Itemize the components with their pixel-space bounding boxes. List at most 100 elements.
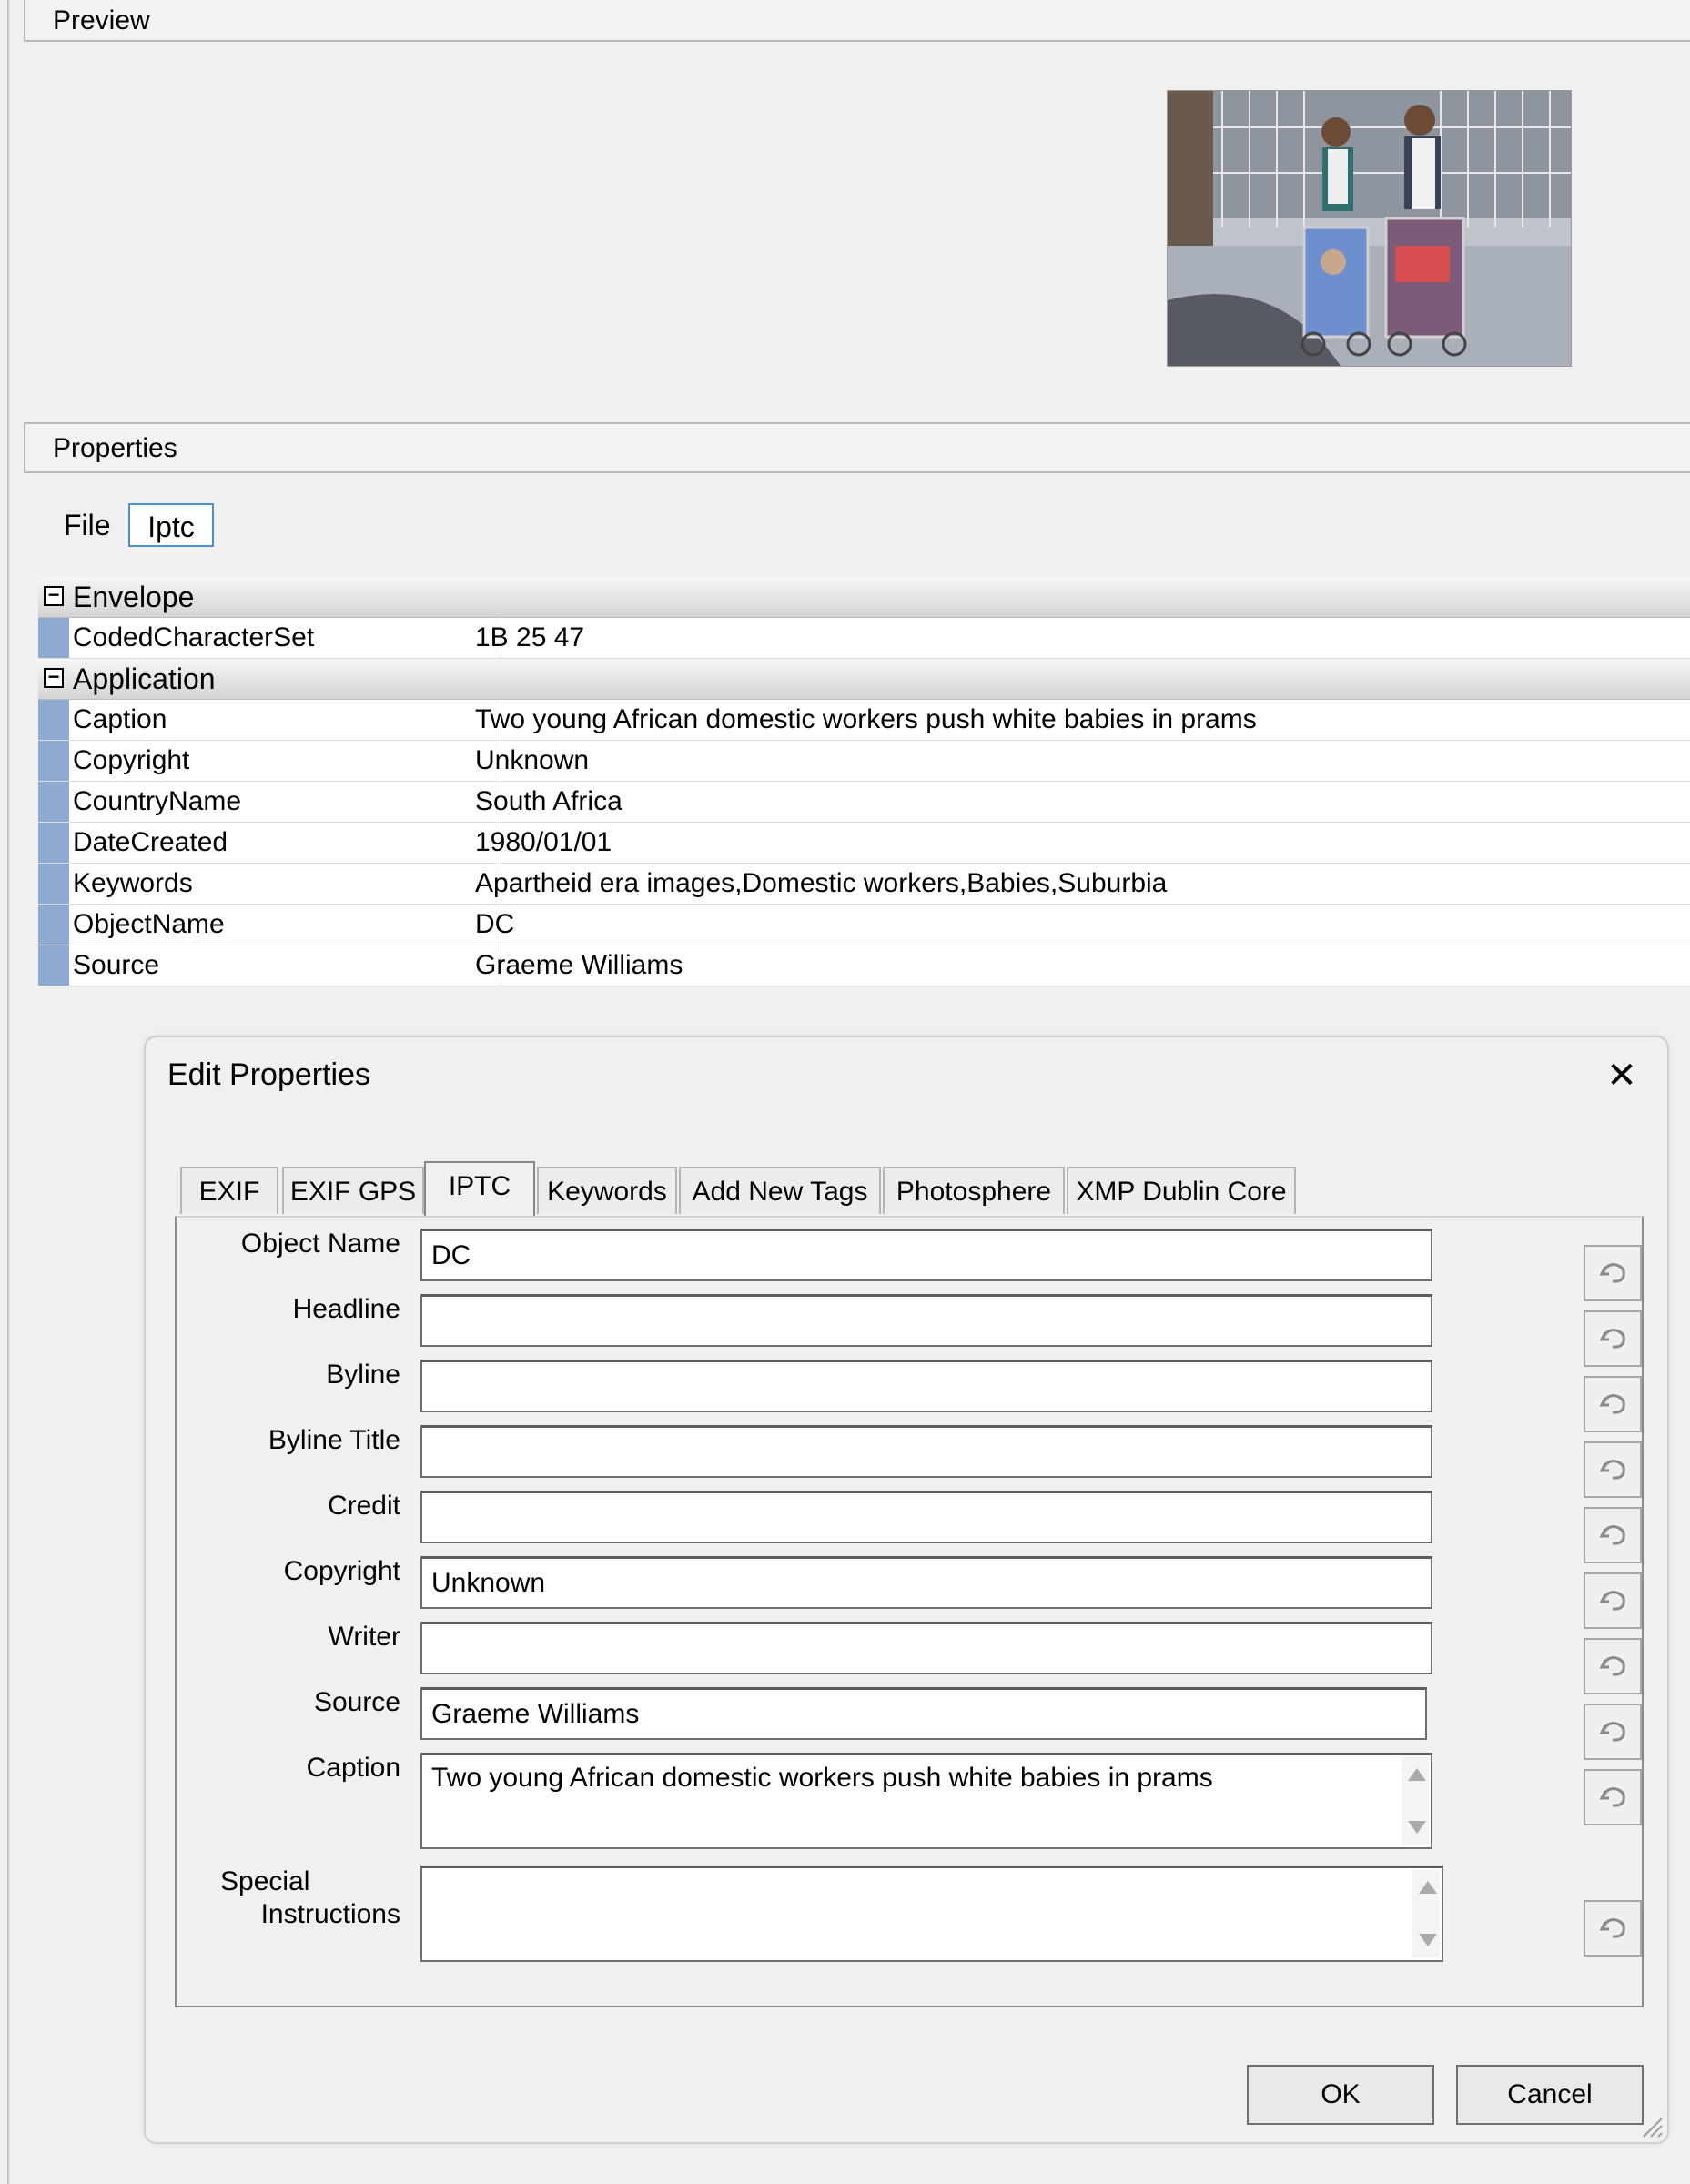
- properties-header-label: Properties: [53, 433, 177, 463]
- revert-writer-button[interactable]: [1584, 1638, 1642, 1694]
- scroll-down-icon[interactable]: [1408, 1821, 1426, 1834]
- source-field[interactable]: Graeme Williams: [420, 1687, 1427, 1740]
- grid-row[interactable]: Keywords Apartheid era images,Domestic w…: [38, 864, 1690, 905]
- revert-object-name-button[interactable]: [1584, 1245, 1642, 1301]
- property-name: Copyright: [73, 741, 501, 781]
- writer-label: Writer: [328, 1622, 400, 1652]
- preview-header-label: Preview: [53, 5, 150, 35]
- revert-caption-button[interactable]: [1584, 1769, 1642, 1825]
- undo-icon: [1599, 1656, 1625, 1676]
- tab-keywords[interactable]: Keywords: [537, 1167, 677, 1214]
- special-instructions-label-line2: Instructions: [260, 1899, 400, 1929]
- tab-iptc[interactable]: IPTC: [424, 1161, 535, 1216]
- property-name: CountryName: [73, 782, 501, 822]
- tab-file[interactable]: File: [64, 503, 111, 547]
- cancel-button[interactable]: Cancel: [1456, 2065, 1644, 2125]
- revert-headline-button[interactable]: [1584, 1310, 1642, 1367]
- property-value[interactable]: 1B 25 47: [475, 618, 584, 658]
- revert-byline-title-button[interactable]: [1584, 1441, 1642, 1498]
- credit-label: Credit: [327, 1491, 400, 1521]
- byline-title-field[interactable]: [420, 1425, 1432, 1478]
- copyright-field[interactable]: Unknown: [420, 1556, 1432, 1609]
- special-instructions-scrollbar[interactable]: [1412, 1870, 1440, 1957]
- grid-row[interactable]: ObjectName DC: [38, 905, 1690, 945]
- tab-exif[interactable]: EXIF: [180, 1167, 278, 1214]
- preview-header: Preview: [24, 0, 1690, 42]
- scroll-down-icon[interactable]: [1419, 1934, 1437, 1946]
- scroll-up-icon[interactable]: [1408, 1768, 1426, 1781]
- close-icon[interactable]: ✕: [1604, 1057, 1640, 1094]
- resize-grip-icon[interactable]: [1638, 2113, 1664, 2138]
- caption-scrollbar[interactable]: [1402, 1757, 1429, 1845]
- tab-iptc[interactable]: Iptc: [128, 503, 214, 547]
- caption-textarea[interactable]: Two young African domestic workers push …: [420, 1753, 1432, 1849]
- collapse-icon[interactable]: −: [44, 585, 64, 606]
- headline-label: Headline: [292, 1294, 400, 1324]
- revert-source-button[interactable]: [1584, 1704, 1642, 1760]
- dialog-title: Edit Properties: [167, 1057, 370, 1092]
- grid-row[interactable]: CountryName South Africa: [38, 782, 1690, 823]
- property-grid: − Envelope CodedCharacterSet 1B 25 47 − …: [38, 577, 1690, 986]
- grid-gutter: [38, 741, 69, 781]
- grid-category-application[interactable]: − Application: [38, 659, 1690, 700]
- byline-label: Byline: [326, 1360, 400, 1390]
- collapse-icon[interactable]: −: [44, 667, 64, 688]
- category-label: Application: [73, 662, 216, 695]
- caption-label: Caption: [306, 1753, 400, 1783]
- object-name-label: Object Name: [240, 1228, 400, 1259]
- property-value[interactable]: South Africa: [475, 782, 622, 822]
- special-instructions-textarea[interactable]: [420, 1866, 1443, 1962]
- properties-header: Properties: [24, 422, 1690, 473]
- revert-byline-button[interactable]: [1584, 1376, 1642, 1432]
- headline-field[interactable]: [420, 1294, 1432, 1347]
- edit-properties-dialog: Edit Properties ✕ EXIF EXIF GPS IPTC Key…: [144, 1036, 1669, 2144]
- grid-row[interactable]: DateCreated 1980/01/01: [38, 823, 1690, 864]
- revert-copyright-button[interactable]: [1584, 1572, 1642, 1629]
- grid-category-envelope[interactable]: − Envelope: [38, 577, 1690, 618]
- preview-thumbnail: [1167, 90, 1572, 367]
- grid-gutter: [38, 782, 69, 822]
- object-name-field[interactable]: DC: [420, 1228, 1432, 1281]
- tab-xmp-dublin-core[interactable]: XMP Dublin Core: [1067, 1167, 1296, 1214]
- undo-icon: [1599, 1329, 1625, 1349]
- ok-button[interactable]: OK: [1247, 2065, 1434, 2125]
- property-name: Keywords: [73, 864, 501, 904]
- undo-icon: [1599, 1591, 1625, 1611]
- credit-field[interactable]: [420, 1491, 1432, 1543]
- grid-gutter: [38, 864, 69, 904]
- grid-gutter: [38, 823, 69, 863]
- revert-special-instructions-button[interactable]: [1584, 1900, 1642, 1956]
- property-value[interactable]: Unknown: [475, 741, 589, 781]
- iptc-panel: Object Name DC Headline Byline Byline Ti…: [175, 1216, 1644, 2007]
- preview-photo: [1168, 91, 1571, 366]
- property-name: CodedCharacterSet: [73, 618, 501, 658]
- writer-field[interactable]: [420, 1622, 1432, 1674]
- window-left-border: [7, 0, 9, 2184]
- revert-credit-button[interactable]: [1584, 1507, 1642, 1563]
- copyright-label: Copyright: [283, 1556, 400, 1586]
- undo-icon: [1599, 1722, 1625, 1742]
- tab-exif-gps[interactable]: EXIF GPS: [282, 1167, 424, 1214]
- property-name: Caption: [73, 700, 501, 740]
- property-value[interactable]: Two young African domestic workers push …: [475, 700, 1257, 740]
- property-value[interactable]: 1980/01/01: [475, 823, 612, 863]
- undo-icon: [1599, 1918, 1625, 1938]
- grid-gutter: [38, 700, 69, 740]
- byline-field[interactable]: [420, 1360, 1432, 1412]
- tab-add-new-tags[interactable]: Add New Tags: [679, 1167, 881, 1214]
- property-name: ObjectName: [73, 905, 501, 945]
- undo-icon: [1599, 1263, 1625, 1283]
- grid-gutter: [38, 905, 69, 945]
- category-label: Envelope: [73, 581, 195, 613]
- property-value[interactable]: DC: [475, 905, 514, 945]
- tab-photosphere[interactable]: Photosphere: [883, 1167, 1065, 1214]
- grid-row[interactable]: Source Graeme Williams: [38, 945, 1690, 986]
- grid-row[interactable]: Caption Two young African domestic worke…: [38, 700, 1690, 741]
- undo-icon: [1599, 1787, 1625, 1807]
- grid-row[interactable]: CodedCharacterSet 1B 25 47: [38, 618, 1690, 659]
- property-value[interactable]: Graeme Williams: [475, 945, 683, 986]
- grid-row[interactable]: Copyright Unknown: [38, 741, 1690, 782]
- property-value[interactable]: Apartheid era images,Domestic workers,Ba…: [475, 864, 1167, 904]
- scroll-up-icon[interactable]: [1419, 1881, 1437, 1894]
- property-name: Source: [73, 945, 501, 986]
